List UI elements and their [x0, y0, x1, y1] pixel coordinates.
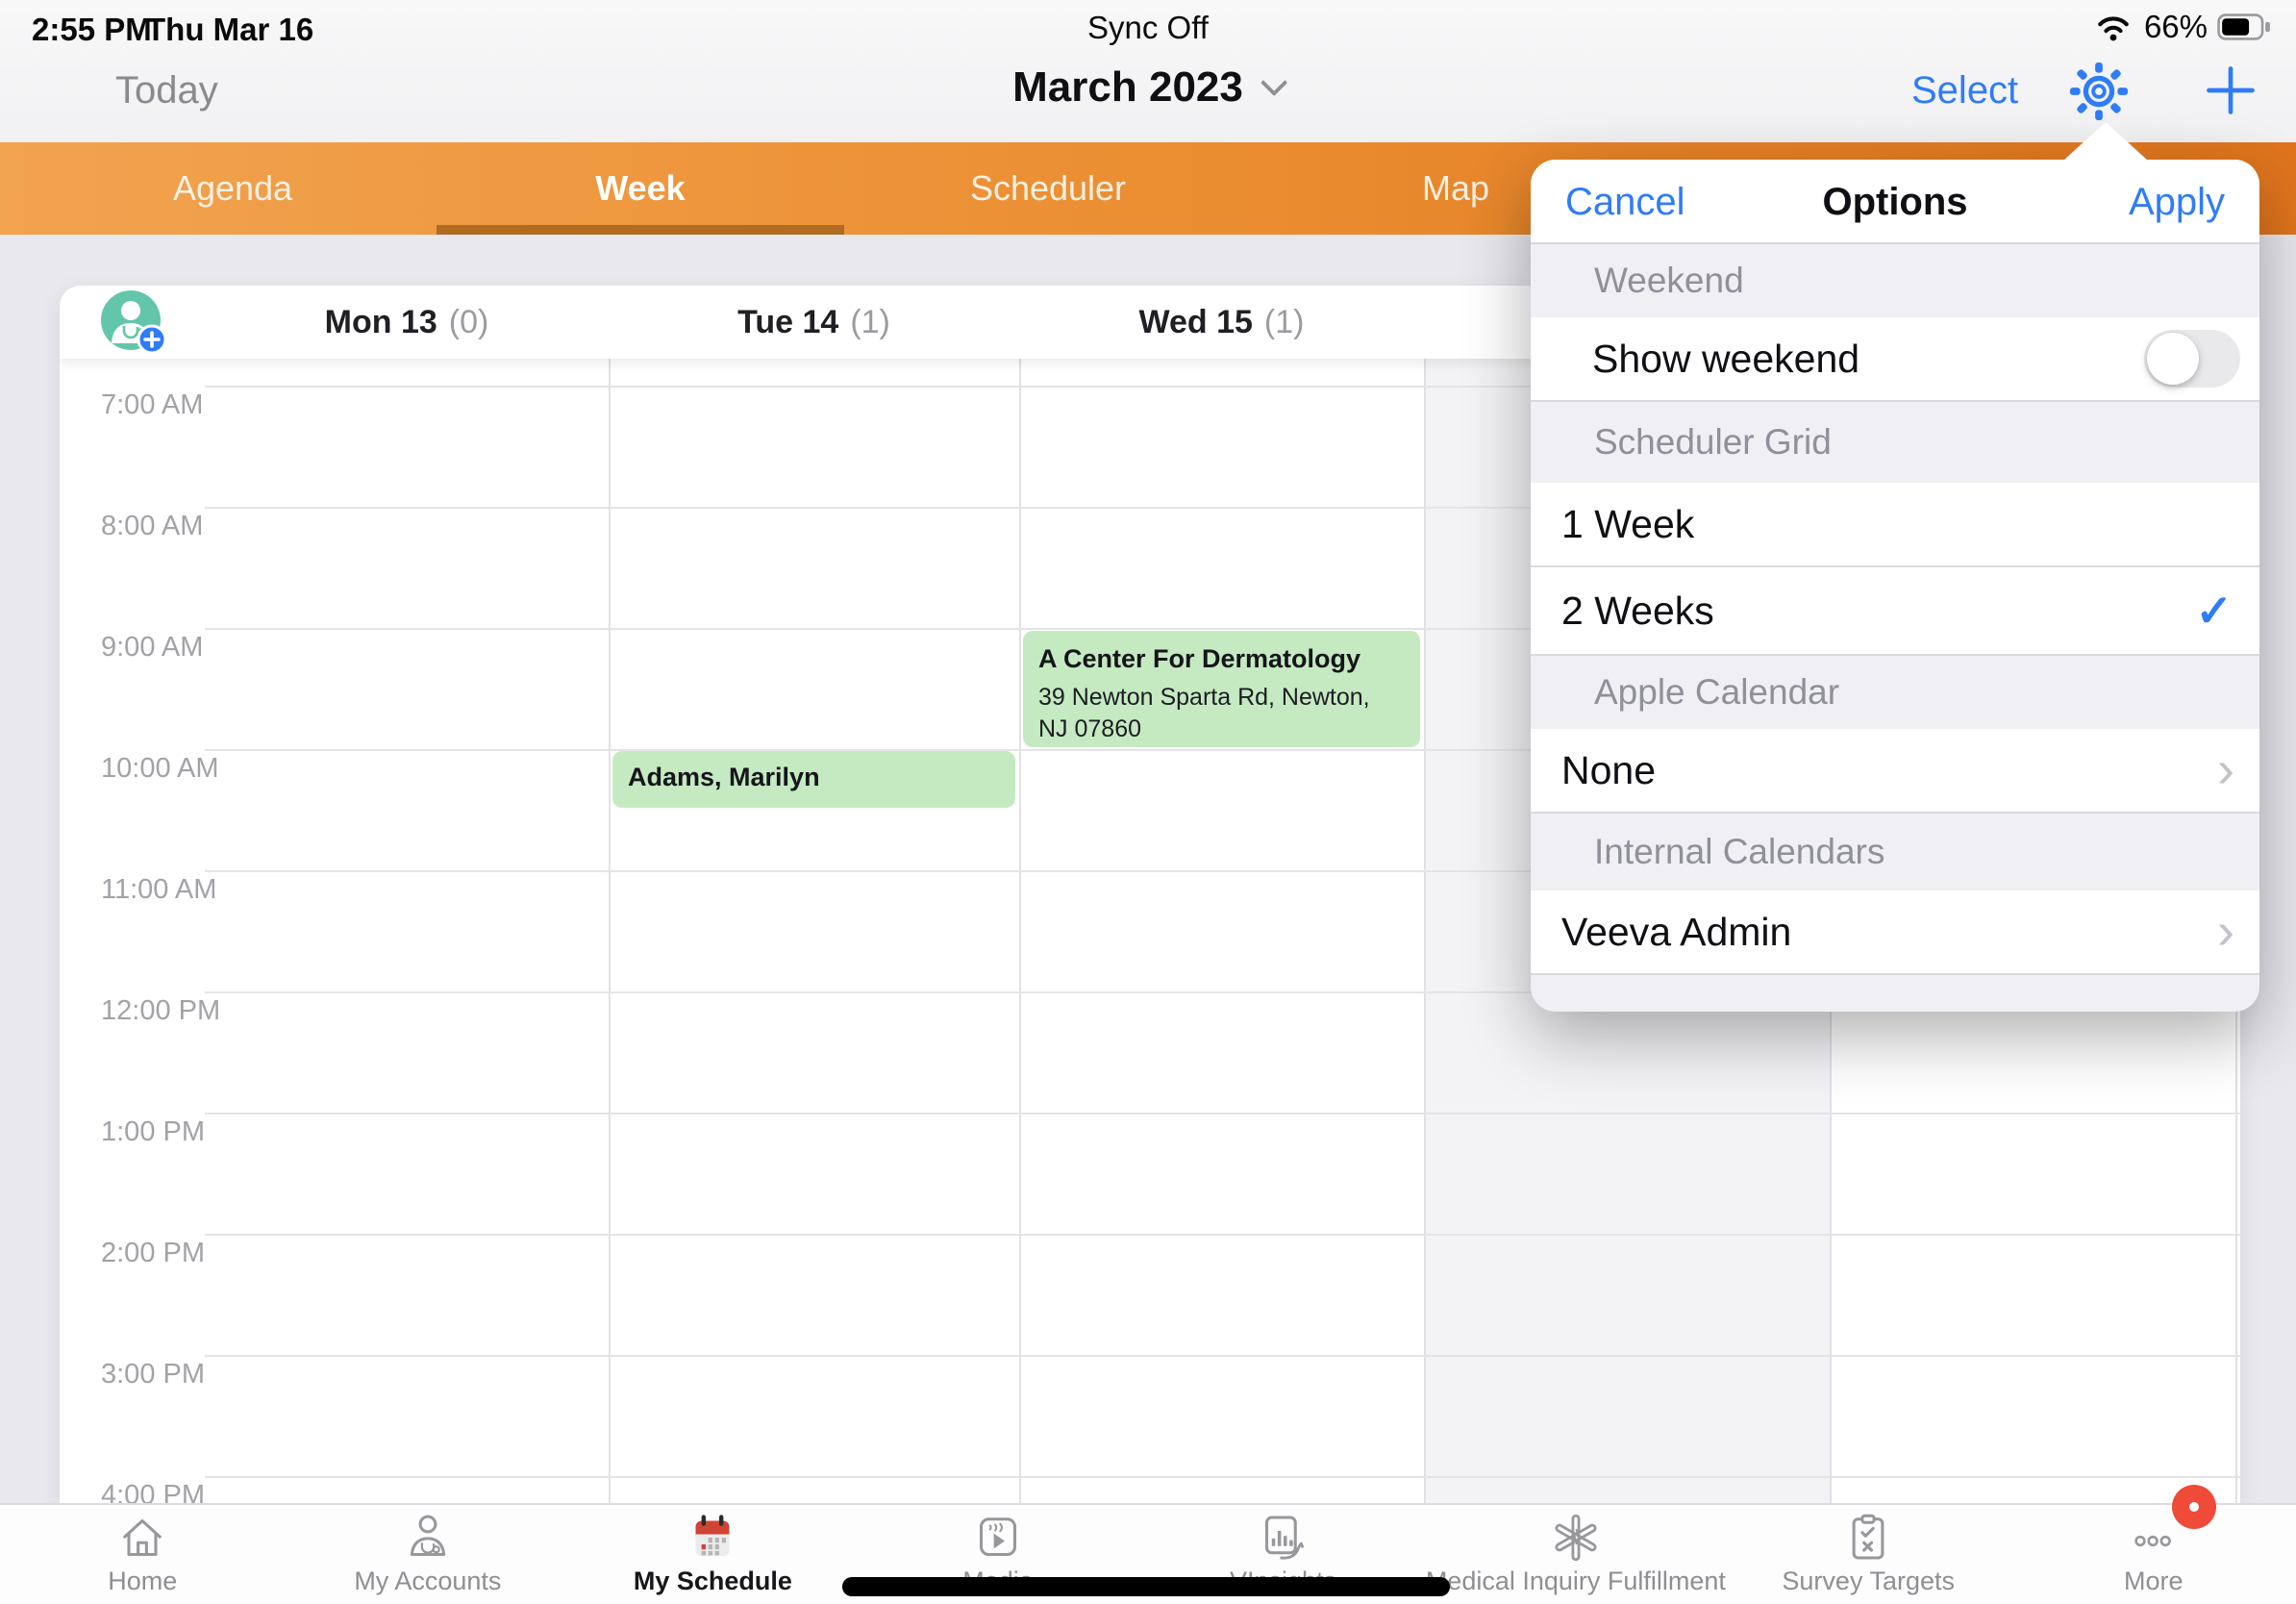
time-label: 10:00 AM: [101, 753, 245, 785]
vinsights-icon: [1255, 1511, 1312, 1565]
day-header-tue[interactable]: Tue 14 (1): [609, 286, 1019, 359]
time-label: 3:00 PM: [101, 1359, 245, 1391]
time-label: 2:00 PM: [101, 1238, 245, 1269]
time-label: 9:00 AM: [101, 632, 245, 664]
medical-inquiry-icon: [1547, 1511, 1605, 1565]
more-icon: [2125, 1511, 2183, 1565]
tabbar-item-more[interactable]: More: [2010, 1505, 2296, 1604]
option-1-week[interactable]: 1 Week: [1531, 483, 2259, 567]
time-label: 8:00 AM: [101, 511, 245, 542]
options-popover: Cancel Options Apply Weekend Show weeken…: [1531, 160, 2259, 1012]
day-header-mon[interactable]: Mon 13 (0): [205, 286, 609, 359]
month-label: March 2023: [1012, 63, 1243, 112]
schedule-icon: [684, 1511, 741, 1565]
popover-arrow: [2063, 122, 2148, 161]
tab-week[interactable]: Week: [437, 142, 844, 235]
today-button[interactable]: Today: [115, 69, 218, 113]
notification-badge: [2172, 1485, 2216, 1529]
survey-targets-icon: [1839, 1511, 1897, 1565]
section-header-apple-calendar: Apple Calendar: [1531, 656, 2259, 729]
battery-icon: [2217, 11, 2275, 43]
checkmark-icon: ✓: [2195, 585, 2233, 637]
sync-status: Sync Off: [0, 10, 2296, 46]
grid-vline: [1424, 359, 1426, 1503]
grid-vline: [609, 359, 611, 1503]
status-right-cluster: 66%: [2092, 8, 2275, 46]
wifi-icon: [2092, 8, 2134, 46]
show-weekend-row: Show weekend: [1531, 317, 2259, 402]
grid-hline: [205, 1355, 2240, 1357]
tabbar-item-my-accounts[interactable]: My Accounts: [286, 1505, 571, 1604]
tab-agenda[interactable]: Agenda: [29, 142, 437, 235]
active-tab-underline: [437, 225, 844, 235]
gear-icon[interactable]: [2069, 62, 2129, 121]
accounts-icon: [399, 1511, 457, 1565]
calendar-event-adams[interactable]: Adams, Marilyn: [612, 751, 1015, 808]
apple-calendar-row[interactable]: None ›: [1531, 729, 2259, 814]
calendar-event-dermatology[interactable]: A Center For Dermatology 39 Newton Spart…: [1023, 631, 1420, 747]
section-header-scheduler-grid: Scheduler Grid: [1531, 402, 2259, 483]
section-header-internal-calendars: Internal Calendars: [1531, 814, 2259, 890]
time-label: 1:00 PM: [101, 1116, 245, 1148]
grid-hline: [205, 1234, 2240, 1236]
grid-hline: [205, 1476, 2240, 1478]
tabbar-item-home[interactable]: Home: [0, 1505, 286, 1604]
popover-header: Cancel Options Apply: [1531, 160, 2259, 244]
time-label: 11:00 AM: [101, 874, 245, 906]
tabbar-item-my-schedule[interactable]: My Schedule: [570, 1505, 856, 1604]
time-label: 4:00 PM: [101, 1480, 245, 1503]
chevron-down-icon: [1260, 69, 1287, 96]
day-header-wed[interactable]: Wed 15 (1): [1019, 286, 1424, 359]
home-icon: [113, 1511, 171, 1565]
tab-scheduler[interactable]: Scheduler: [844, 142, 1252, 235]
event-title: Adams, Marilyn: [628, 761, 1000, 794]
show-weekend-toggle[interactable]: [2144, 330, 2240, 388]
home-indicator[interactable]: [842, 1577, 1450, 1596]
time-label: 7:00 AM: [101, 389, 245, 421]
section-header-weekend: Weekend: [1531, 244, 2259, 317]
option-2-weeks[interactable]: 2 Weeks ✓: [1531, 567, 2259, 656]
chevron-right-icon: ›: [2217, 749, 2234, 790]
tabbar-item-medical-inquiry[interactable]: Medical Inquiry Fulfillment: [1426, 1505, 1726, 1604]
add-activity-button[interactable]: [2202, 62, 2259, 119]
month-selector[interactable]: March 2023: [1012, 63, 1284, 112]
event-title: A Center For Dermatology: [1038, 642, 1405, 676]
tabbar-item-survey-targets[interactable]: Survey Targets: [1726, 1505, 2011, 1604]
chevron-right-icon: ›: [2217, 911, 2234, 952]
grid-vline: [1019, 359, 1021, 1503]
internal-calendar-row[interactable]: Veeva Admin ›: [1531, 890, 2259, 975]
select-button[interactable]: Select: [1911, 69, 2018, 113]
apply-button[interactable]: Apply: [2129, 160, 2225, 244]
add-attendee-avatar-button[interactable]: [98, 288, 167, 357]
event-address: 39 Newton Sparta Rd, Newton, NJ 07860: [1038, 682, 1405, 744]
show-weekend-label: Show weekend: [1592, 337, 1859, 382]
grid-hline: [205, 1113, 2240, 1115]
battery-percent: 66%: [2144, 9, 2208, 45]
media-icon: [969, 1511, 1027, 1565]
top-bar: 2:55 PM Thu Mar 16 Sync Off 66% Today Ma…: [0, 0, 2296, 142]
time-label: 12:00 PM: [101, 995, 245, 1027]
